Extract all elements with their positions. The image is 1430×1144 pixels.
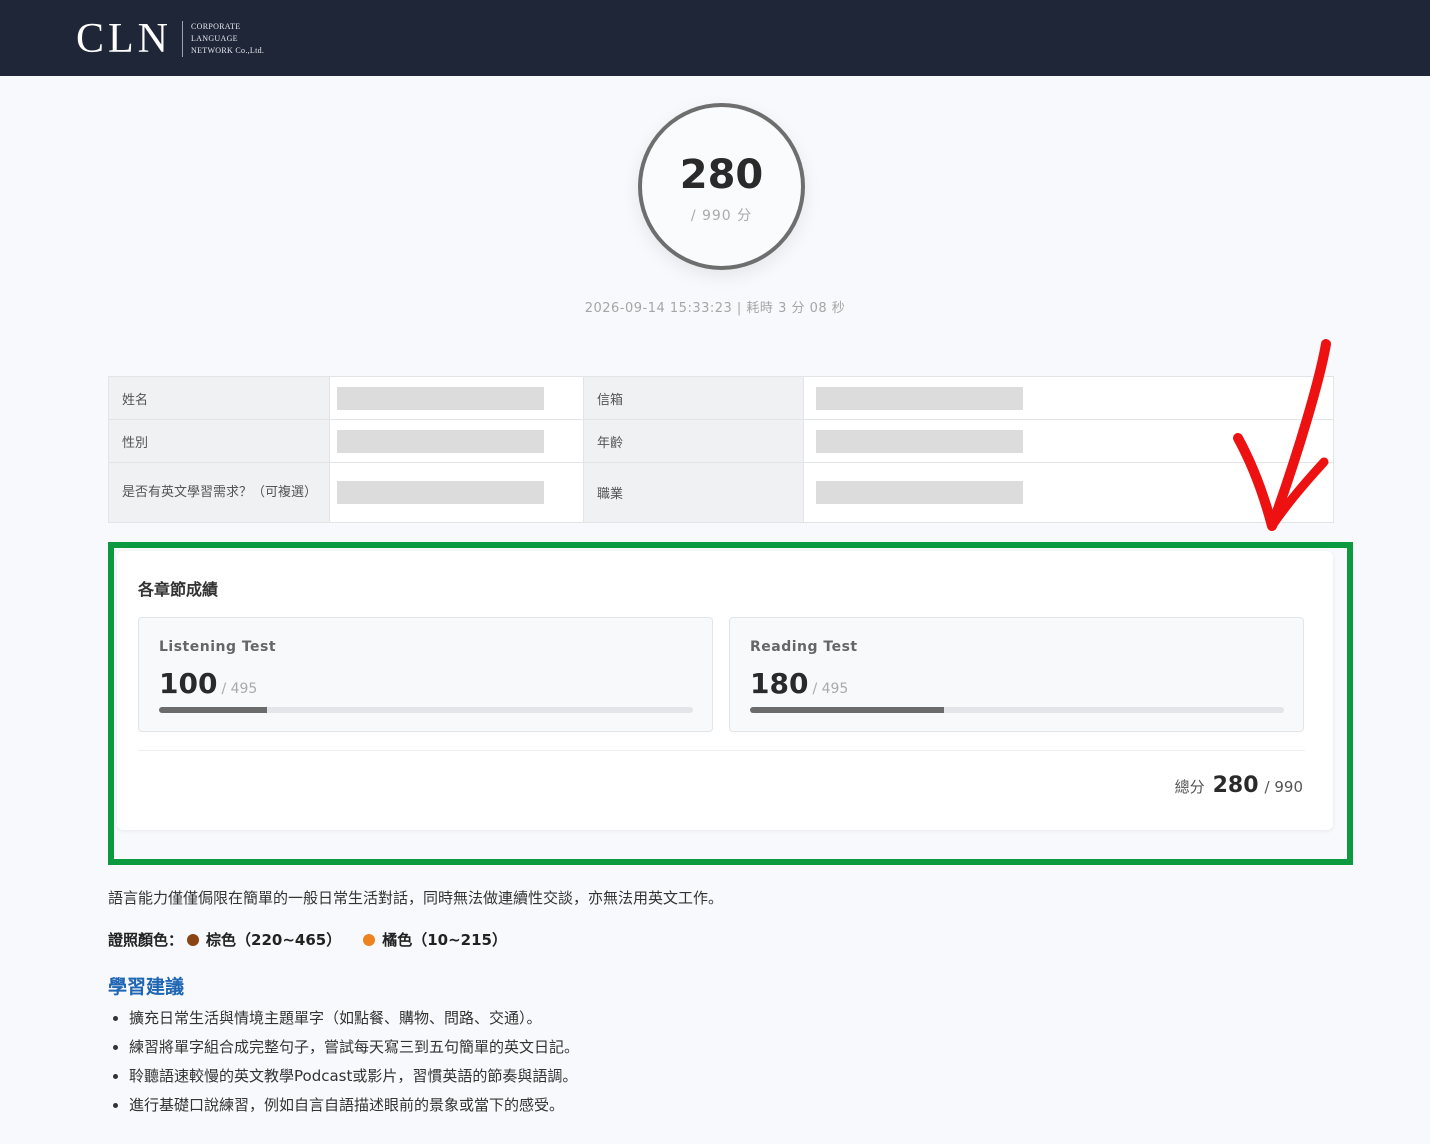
gender-value (329, 419, 584, 463)
certificate-color-row: 證照顏色： 棕色（220~465） 橘色（10~215） (108, 929, 507, 950)
email-label: 信箱 (583, 376, 804, 420)
total-max: / 990 (1264, 778, 1303, 796)
brown-dot-icon (187, 933, 200, 946)
logo-subtitle: CORPORATE LANGUAGE NETWORK Co.,Ltd. (191, 21, 264, 57)
logo-line: CORPORATE (191, 22, 241, 31)
job-label: 職業 (583, 462, 804, 523)
total-score-max: / 990 分 (690, 208, 753, 224)
certificate-label: 證照顏色： (108, 931, 184, 949)
learning-need-label: 是否有英文學習需求？（可複選） (108, 462, 330, 523)
listening-progress-fill (159, 707, 267, 713)
listening-test-score: 100/ 495 (159, 667, 257, 700)
reading-score-max: / 495 (812, 681, 849, 697)
reading-test-card: Reading Test 180/ 495 (729, 617, 1304, 732)
total-score-value: 280 (679, 152, 764, 198)
redacted-field (816, 386, 1023, 410)
logo-line: NETWORK Co.,Ltd. (191, 46, 265, 55)
red-annotation-arrow (1233, 339, 1331, 531)
total-value: 280 (1212, 773, 1259, 798)
reading-test-name: Reading Test (750, 639, 858, 655)
reading-progress-bar (750, 707, 1284, 713)
logo-line: LANGUAGE (191, 34, 238, 43)
total-score-circle: 280 / 990 分 (638, 103, 805, 270)
gender-label: 性別 (108, 419, 330, 463)
listening-score-max: / 495 (221, 681, 258, 697)
advice-list: 擴充日常生活與情境主題單字（如點餐、購物、問路、交通）。 練習將單字組合成完整句… (108, 1006, 579, 1122)
redacted-field (816, 429, 1023, 453)
logo-mark: CLN (76, 16, 172, 62)
certificate-brown: 棕色（220~465） (206, 931, 342, 949)
name-value (329, 376, 584, 420)
divider (138, 750, 1305, 751)
test-timestamp: 2026-09-14 15:33:23 | 耗時 3 分 08 秒 (584, 301, 846, 316)
advice-item: 擴充日常生活與情境主題單字（如點餐、購物、問路、交通）。 (108, 1006, 579, 1035)
listening-test-card: Listening Test 100/ 495 (138, 617, 713, 732)
certificate-orange: 橘色（10~215） (382, 931, 507, 949)
advice-item: 練習將單字組合成完整句子，嘗試每天寫三到五句簡單的英文日記。 (108, 1035, 579, 1064)
advice-item: 進行基礎口說練習，例如自言自語描述眼前的景象或當下的感受。 (108, 1093, 579, 1122)
orange-dot-icon (363, 933, 376, 946)
reading-progress-fill (750, 707, 945, 713)
listening-test-name: Listening Test (159, 639, 277, 655)
redacted-field (816, 481, 1023, 504)
section-scores-title: 各章節成績 (138, 580, 219, 599)
user-info-table: 姓名 信箱 性別 年齡 是否有英文學習需求？（可複選） 職業 (108, 376, 1334, 523)
listening-progress-bar (159, 707, 693, 713)
reading-test-score: 180/ 495 (750, 667, 848, 700)
learning-need-value (329, 462, 584, 523)
redacted-field (337, 429, 544, 453)
redacted-field (337, 386, 544, 410)
redacted-field (337, 481, 544, 504)
age-label: 年齡 (583, 419, 804, 463)
company-logo[interactable]: CLN CORPORATE LANGUAGE NETWORK Co.,Ltd. (76, 18, 264, 60)
total-label: 總分 (1174, 778, 1205, 796)
top-bar: CLN CORPORATE LANGUAGE NETWORK Co.,Ltd. (0, 0, 1430, 76)
advice-title: 學習建議 (108, 976, 185, 998)
logo-divider (182, 21, 183, 57)
name-label: 姓名 (108, 376, 330, 420)
advice-item: 聆聽語速較慢的英文教學Podcast或影片，習慣英語的節奏與語調。 (108, 1064, 579, 1093)
listening-score-value: 100 (159, 667, 218, 700)
level-description: 語言能力僅僅侷限在簡單的一般日常生活對話，同時無法做連續性交談，亦無法用英文工作… (108, 889, 724, 907)
total-score-row: 總分 280 / 990 (1175, 773, 1303, 798)
reading-score-value: 180 (750, 667, 809, 700)
section-scores-card: 各章節成績 Listening Test 100/ 495 Reading Te… (117, 551, 1333, 830)
